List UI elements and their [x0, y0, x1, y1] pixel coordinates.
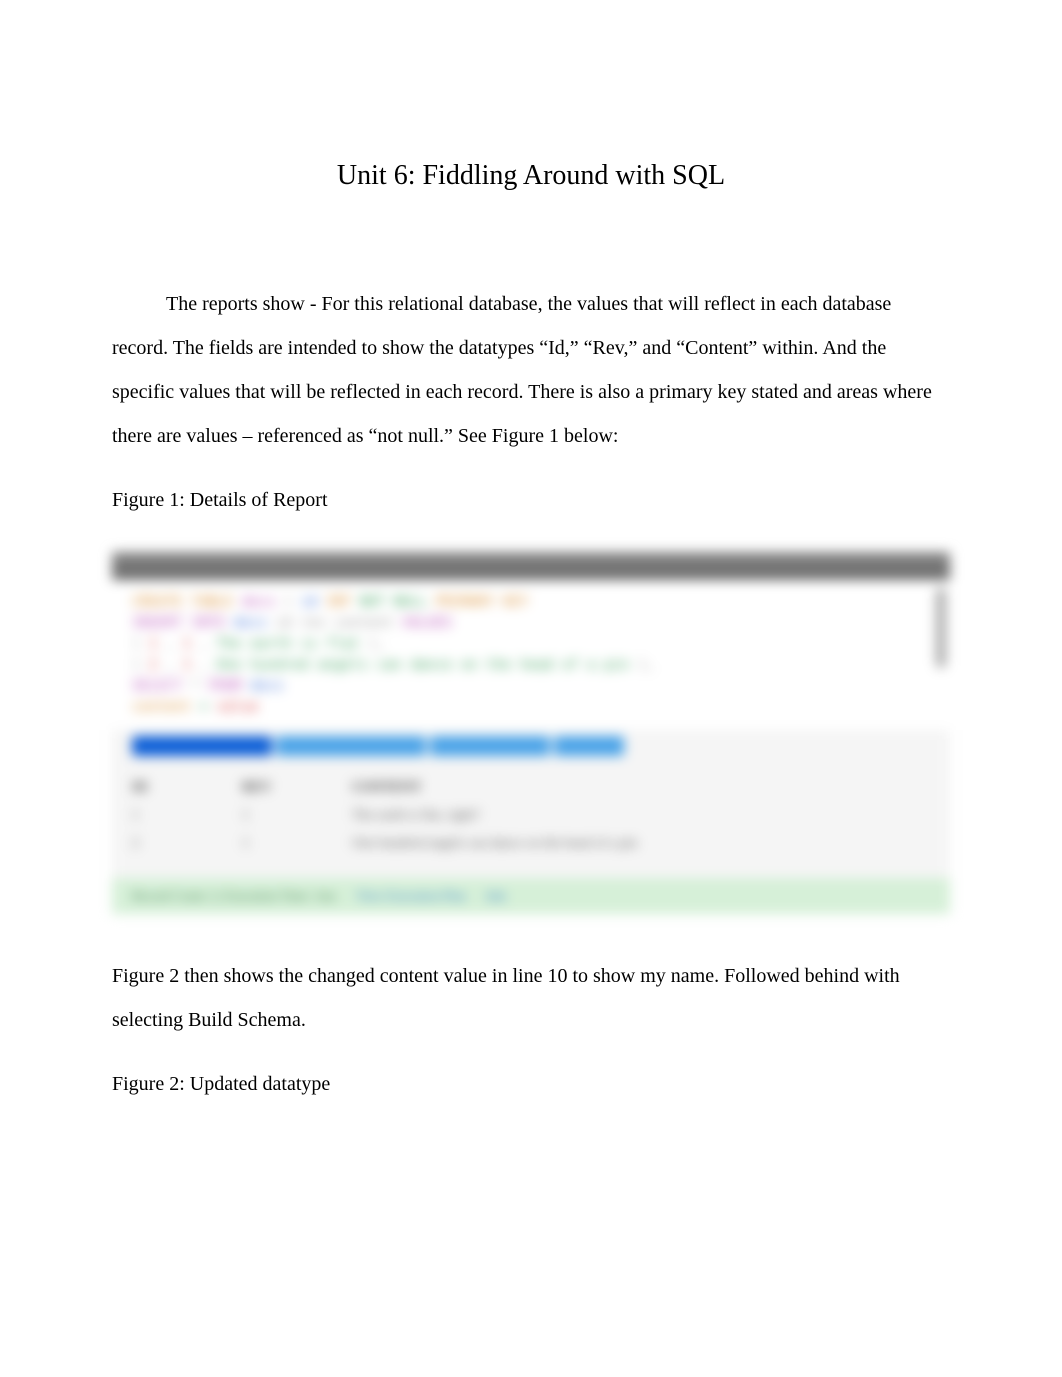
- code-ident: id: [301, 594, 318, 610]
- cell-id: 2: [132, 836, 182, 852]
- browser-button: [430, 736, 550, 756]
- cell-content: One hundred angels can dance on the head…: [352, 836, 930, 852]
- code-paren: ),: [368, 636, 385, 652]
- code-num: 1: [183, 636, 191, 652]
- code-sep: ,: [166, 636, 183, 652]
- code-constraint: PRIMARY KEY: [436, 594, 529, 610]
- code-sep: ,: [199, 636, 216, 652]
- code-ident: docs: [242, 594, 276, 610]
- code-str: The earth is flat: [216, 636, 359, 652]
- col-content-header: CONTENT: [352, 780, 930, 796]
- code-keyword: SELECT: [132, 678, 183, 694]
- code-constraint: NOT NULL: [360, 594, 427, 610]
- scrollbar: [936, 588, 946, 668]
- cell-rev: 1: [242, 836, 292, 852]
- edit-fullscreen-button: [276, 736, 426, 756]
- figure-code-area: CREATE TABLE docs ( id INT NOT NULL PRIM…: [112, 580, 950, 730]
- cell-id: 1: [132, 808, 182, 824]
- code-num: 2: [149, 657, 157, 673]
- figure-footer: Record Count: 2; Execution Time: 1ms Vie…: [112, 878, 950, 914]
- code-type: INT: [326, 594, 351, 610]
- table-row: 1 1 The earth is flat, right?: [132, 802, 930, 830]
- cell-rev: 1: [242, 808, 292, 824]
- code-op: =: [199, 699, 207, 715]
- code-ident: docs: [250, 678, 284, 694]
- figure-1-image: CREATE TABLE docs ( id INT NOT NULL PRIM…: [112, 552, 950, 914]
- paragraph-1: The reports show - For this relational d…: [112, 282, 950, 458]
- code-sep: ,: [166, 657, 183, 673]
- figure-1-label: Figure 1: Details of Report: [112, 478, 950, 522]
- figure-2-label: Figure 2: Updated datatype: [112, 1062, 950, 1106]
- table-header-row: ID REV CONTENT: [132, 774, 930, 802]
- code-paren: (: [132, 636, 149, 652]
- code-val: value: [216, 699, 258, 715]
- table-row: 2 1 One hundred angels can dance on the …: [132, 830, 930, 858]
- code-num: 1: [149, 636, 157, 652]
- code-keyword: INTO: [191, 615, 225, 631]
- code-sep: ,: [199, 657, 216, 673]
- code-str: One hundred angels can dance on the head…: [216, 657, 629, 673]
- code-keyword: INSERT: [132, 615, 183, 631]
- code-keyword: VALUES: [402, 615, 453, 631]
- footer-link: link: [486, 888, 506, 904]
- code-ident: id rev content: [275, 615, 393, 631]
- figure-header-bar: [112, 552, 950, 580]
- footer-record-count: Record Count: 2; Execution Time: 1ms: [132, 888, 336, 904]
- code-ident: docs: [233, 615, 267, 631]
- col-rev-header: REV: [242, 780, 292, 796]
- footer-exec-plan-link: View Execution Plan: [356, 888, 466, 904]
- plus-button: [554, 736, 624, 756]
- code-keyword: TABLE: [191, 594, 233, 610]
- code-sep: *: [191, 678, 208, 694]
- col-id-header: ID: [132, 780, 182, 796]
- paragraph-2: Figure 2 then shows the changed content …: [112, 954, 950, 1042]
- page-title: Unit 6: Fiddling Around with SQL: [112, 160, 950, 192]
- code-paren: (: [132, 657, 149, 673]
- figure-result-table: ID REV CONTENT 1 1 The earth is flat, ri…: [112, 766, 950, 878]
- code-keyword: FROM: [208, 678, 242, 694]
- cell-content: The earth is flat, right?: [352, 808, 930, 824]
- build-schema-button: [132, 736, 272, 756]
- code-paren: ),: [638, 657, 655, 673]
- code-paren: (: [284, 594, 301, 610]
- figure-button-row: [112, 730, 950, 766]
- code-ident: content: [132, 699, 191, 715]
- code-num: 1: [183, 657, 191, 673]
- code-keyword: CREATE: [132, 594, 183, 610]
